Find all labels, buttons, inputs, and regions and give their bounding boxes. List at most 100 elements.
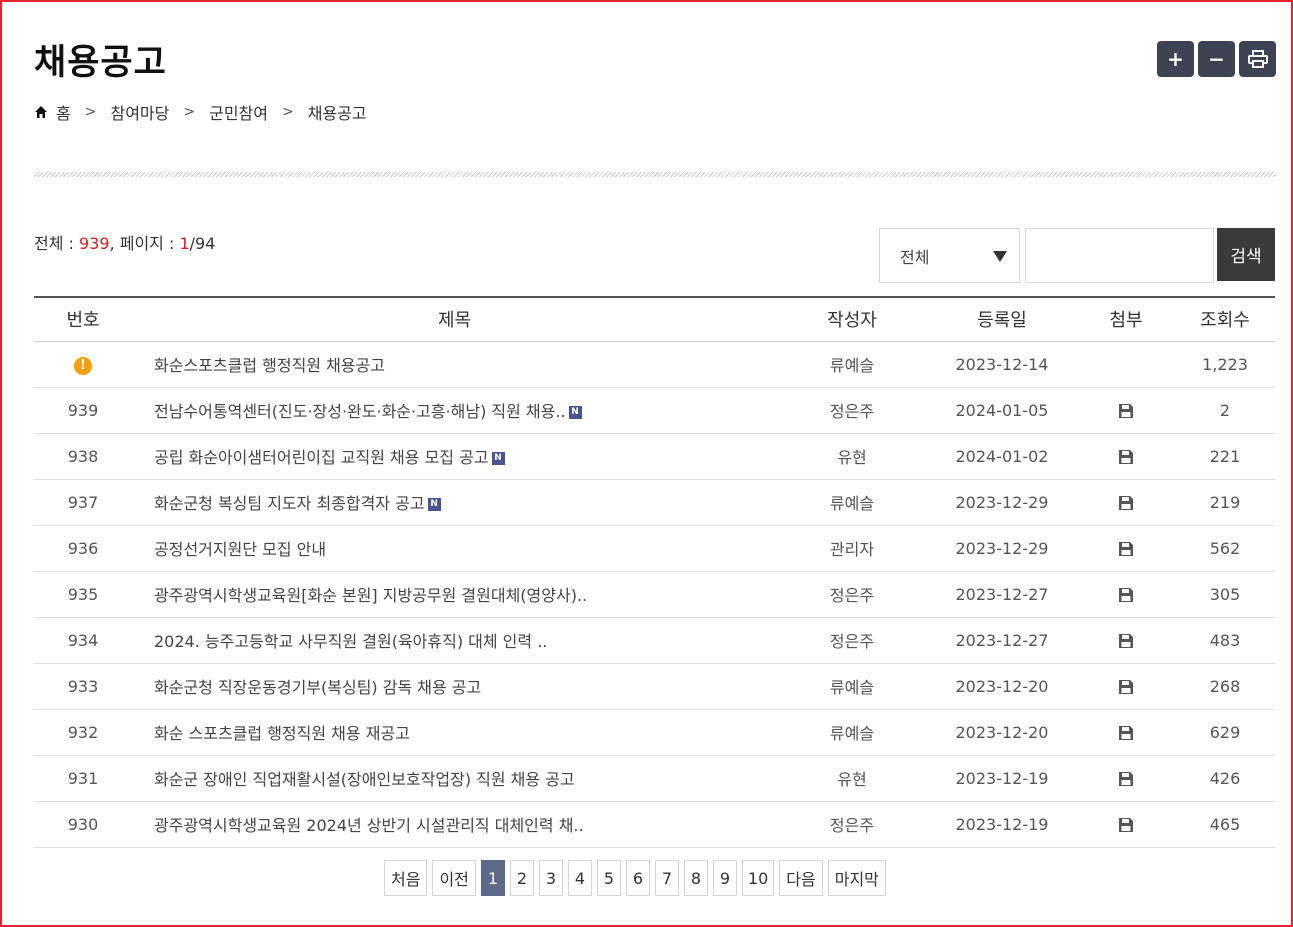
save-disk-icon[interactable] <box>1118 587 1134 603</box>
row-views: 426 <box>1175 755 1275 802</box>
row-title-cell: 광주광역시학생교육원[화순 본원] 지방공무원 결원대체(영양사).. <box>132 571 777 618</box>
row-title-link[interactable]: 화순군청 복싱팀 지도자 최종합격자 공고 <box>154 494 425 513</box>
row-date: 2023-12-20 <box>927 663 1077 710</box>
row-title-link[interactable]: 화순스포츠클럽 행정직원 채용공고 <box>154 356 385 375</box>
row-author: 정은주 <box>777 617 927 664</box>
row-attachment <box>1077 663 1175 710</box>
next-page-button[interactable]: 다음 <box>779 860 823 896</box>
page-number-button[interactable]: 4 <box>567 860 592 896</box>
row-author: 류예슬 <box>777 709 927 756</box>
save-disk-icon[interactable] <box>1118 495 1134 511</box>
save-disk-icon[interactable] <box>1118 541 1134 557</box>
save-disk-icon[interactable] <box>1118 633 1134 649</box>
table-row: 932 화순 스포츠클럽 행정직원 채용 재공고 류예슬 2023-12-20 629 <box>34 709 1275 756</box>
row-date: 2024-01-02 <box>927 433 1077 480</box>
row-views: 562 <box>1175 525 1275 572</box>
total-count: 939 <box>79 234 110 253</box>
section-divider <box>34 172 1276 177</box>
row-date: 2023-12-29 <box>927 479 1077 526</box>
zoom-in-button[interactable]: + <box>1157 41 1194 77</box>
row-title-cell: 화순군청 직장운동경기부(복싱팀) 감독 채용 공고 <box>132 663 777 710</box>
board-summary: 전체 : 939, 페이지 : 1/94 <box>34 230 215 254</box>
row-views: 465 <box>1175 801 1275 848</box>
row-author: 정은주 <box>777 801 927 848</box>
row-number: 931 <box>34 755 132 802</box>
first-page-button[interactable]: 처음 <box>384 860 428 896</box>
row-date: 2023-12-20 <box>927 709 1077 756</box>
breadcrumb-level1[interactable]: 참여마당 <box>110 100 169 124</box>
row-title-cell: 광주광역시학생교육원 2024년 상반기 시설관리직 대체인력 채.. <box>132 801 777 848</box>
row-date: 2023-12-14 <box>927 341 1077 388</box>
row-date: 2023-12-19 <box>927 755 1077 802</box>
row-date: 2024-01-05 <box>927 387 1077 434</box>
col-number: 번호 <box>34 297 132 342</box>
search-input[interactable] <box>1025 228 1214 283</box>
search-category-select[interactable]: 전체 <box>879 228 1020 283</box>
row-title-link[interactable]: 공립 화순아이샘터어린이집 교직원 채용 모집 공고 <box>154 448 489 467</box>
col-views: 조회수 <box>1175 297 1275 342</box>
save-disk-icon[interactable] <box>1118 771 1134 787</box>
row-number: 938 <box>34 433 132 480</box>
row-title-link[interactable]: 2024. 능주고등학교 사무직원 결원(육아휴직) 대체 인력 .. <box>154 632 547 651</box>
row-title-cell: 화순군청 복싱팀 지도자 최종합격자 공고 N <box>132 479 777 526</box>
print-icon <box>1247 50 1268 68</box>
col-title: 제목 <box>132 297 777 342</box>
breadcrumb-level2[interactable]: 군민참여 <box>209 100 268 124</box>
page-number-button[interactable]: 3 <box>538 860 563 896</box>
row-author: 유현 <box>777 433 927 480</box>
row-date: 2023-12-27 <box>927 617 1077 664</box>
row-title-link[interactable]: 공정선거지원단 모집 안내 <box>154 540 326 559</box>
print-button[interactable] <box>1239 41 1276 77</box>
total-label: 전체 : <box>34 234 80 253</box>
notice-icon: ! <box>74 356 92 375</box>
table-row: 934 2024. 능주고등학교 사무직원 결원(육아휴직) 대체 인력 .. 정은… <box>34 617 1275 664</box>
row-views: 219 <box>1175 479 1275 526</box>
row-attachment <box>1077 387 1175 434</box>
breadcrumb-current[interactable]: 채용공고 <box>308 100 367 124</box>
save-disk-icon[interactable] <box>1118 817 1134 833</box>
zoom-out-button[interactable]: − <box>1198 41 1235 77</box>
page-number-button[interactable]: 1 <box>480 860 505 896</box>
page-number-button[interactable]: 8 <box>683 860 708 896</box>
page-number-button[interactable]: 5 <box>596 860 621 896</box>
save-disk-icon[interactable] <box>1118 725 1134 741</box>
page-number-button[interactable]: 2 <box>509 860 534 896</box>
row-number: 933 <box>34 663 132 710</box>
row-views: 305 <box>1175 571 1275 618</box>
page-number-button[interactable]: 9 <box>712 860 737 896</box>
row-number: 930 <box>34 801 132 848</box>
chevron-right-icon: > <box>183 104 196 120</box>
table-row: 933 화순군청 직장운동경기부(복싱팀) 감독 채용 공고 류예슬 2023-12-… <box>34 663 1275 710</box>
row-number: 935 <box>34 571 132 618</box>
home-icon <box>35 106 47 118</box>
save-disk-icon[interactable] <box>1118 449 1134 465</box>
row-title-link[interactable]: 화순군청 직장운동경기부(복싱팀) 감독 채용 공고 <box>154 678 481 697</box>
last-page-button[interactable]: 마지막 <box>827 860 886 896</box>
breadcrumb-home[interactable]: 홈 <box>56 100 71 124</box>
row-title-link[interactable]: 화순 스포츠클럽 행정직원 채용 재공고 <box>154 724 410 743</box>
row-title-link[interactable]: 전남수어통역센터(진도·장성·완도·화순·고흥·해남) 직원 채용.. <box>154 402 566 421</box>
row-date: 2023-12-27 <box>927 571 1077 618</box>
save-disk-icon[interactable] <box>1118 403 1134 419</box>
row-attachment <box>1077 617 1175 664</box>
save-disk-icon[interactable] <box>1118 679 1134 695</box>
page-number-button[interactable]: 6 <box>625 860 650 896</box>
row-title-cell: 2024. 능주고등학교 사무직원 결원(육아휴직) 대체 인력 .. <box>132 617 777 664</box>
page-number-button[interactable]: 10 <box>741 860 775 896</box>
table-row: 931 화순군 장애인 직업재활시설(장애인보호작업장) 직원 채용 공고 유현 20… <box>34 755 1275 802</box>
row-number: 934 <box>34 617 132 664</box>
prev-page-button[interactable]: 이전 <box>432 860 476 896</box>
row-author: 정은주 <box>777 571 927 618</box>
row-title-cell: 전남수어통역센터(진도·장성·완도·화순·고흥·해남) 직원 채용.. N <box>132 387 777 434</box>
row-author: 류예슬 <box>777 663 927 710</box>
row-title-link[interactable]: 화순군 장애인 직업재활시설(장애인보호작업장) 직원 채용 공고 <box>154 770 575 789</box>
col-author: 작성자 <box>777 297 927 342</box>
page-number-button[interactable]: 7 <box>654 860 679 896</box>
row-date: 2023-12-29 <box>927 525 1077 572</box>
row-title-link[interactable]: 광주광역시학생교육원[화순 본원] 지방공무원 결원대체(영양사).. <box>154 586 587 605</box>
table-row: 937 화순군청 복싱팀 지도자 최종합격자 공고 N 류예슬 2023-12-29 21… <box>34 479 1275 526</box>
table-row: 935 광주광역시학생교육원[화순 본원] 지방공무원 결원대체(영양사).. 정은… <box>34 571 1275 618</box>
search-button[interactable]: 검색 <box>1217 228 1275 281</box>
row-title-link[interactable]: 광주광역시학생교육원 2024년 상반기 시설관리직 대체인력 채.. <box>154 816 584 835</box>
table-row: ! 화순스포츠클럽 행정직원 채용공고 류예슬 2023-12-14 1,223 <box>34 341 1275 388</box>
